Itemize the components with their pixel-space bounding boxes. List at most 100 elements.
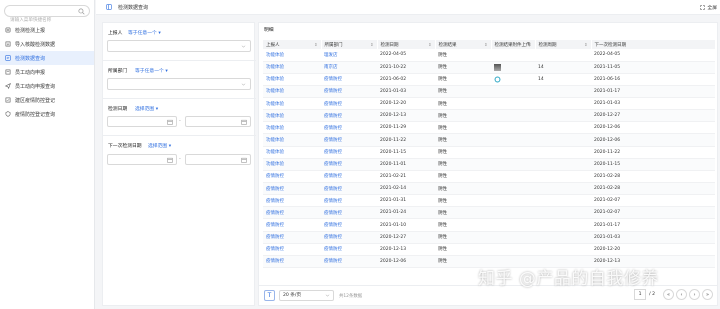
table-row[interactable]: 功能体验 疫情防控 2020-12-20 阴性 2021-01-03	[263, 97, 715, 111]
table-cell[interactable]: 疫情防控	[263, 194, 321, 208]
next-date-end-input[interactable]	[185, 154, 251, 165]
table-cell[interactable]: 疫情防控	[321, 121, 377, 135]
table-cell[interactable]: 疫情防控	[263, 231, 321, 244]
table-cell	[491, 49, 535, 62]
sort-icon[interactable]: ⇕	[484, 42, 487, 47]
sidebar-item-import[interactable]: 导入核酸检测数据	[0, 37, 94, 51]
current-page-input[interactable]: 1	[634, 289, 647, 300]
sort-icon[interactable]: ⇕	[584, 42, 587, 47]
table-row[interactable]: 疫情防控 疫情防控 2021-01-31 阴性 2021-02-07	[263, 194, 715, 208]
column-header[interactable]: 所属部门 ⇕	[321, 40, 378, 49]
table-cell[interactable]: 疫情防控	[321, 182, 377, 196]
table-cell[interactable]: 疫情防控	[263, 206, 321, 220]
reporter-filter-operator[interactable]: 等于任意一个 ▾	[128, 29, 161, 36]
column-header[interactable]: 检测结果附件上传 ⇕	[491, 40, 536, 49]
table-row[interactable]: 功能体验 疫情防控 2020-11-15 阴性 2020-11-22	[263, 146, 715, 159]
table-cell[interactable]: 功能体验	[263, 158, 321, 171]
sidebar-item-register[interactable]: 建区疫情防控登记	[0, 93, 94, 107]
table-cell[interactable]: 疫情防控	[321, 109, 377, 123]
table-cell[interactable]: 功能体验	[263, 146, 321, 159]
table-row[interactable]: 功能体验 疫情防控 2020-11-29 阴性 2020-12-06	[263, 121, 715, 135]
table-cell: 2020-12-13	[377, 243, 435, 256]
table-cell[interactable]: 疫情防控	[321, 218, 377, 232]
table-row[interactable]: 疫情防控 疫情防控 2021-01-10 阴性 2021-01-17	[263, 218, 715, 232]
sidebar-item-send[interactable]: 员工动向申报查询	[0, 79, 94, 93]
export-button[interactable]: T	[264, 290, 275, 301]
next-page-button[interactable]: ›	[689, 289, 700, 300]
table-cell[interactable]: 功能体验	[263, 73, 321, 86]
table-row[interactable]: 疫情防控 疫情防控 2020-12-13 阴性 2020-12-20	[263, 243, 715, 256]
sort-icon[interactable]: ⇕	[370, 42, 373, 47]
menu-search-input[interactable]	[5, 15, 75, 26]
next-date-start-input[interactable]	[107, 154, 177, 165]
next-date-filter-operator[interactable]: 选择范围 ▾	[148, 142, 171, 149]
sort-icon[interactable]: ⇕	[428, 42, 431, 47]
table-cell[interactable]: 疫情防控	[321, 158, 377, 171]
prev-page-button[interactable]: ‹	[676, 289, 687, 300]
table-cell[interactable]: 疫情防控	[263, 243, 321, 256]
test-date-filter-operator[interactable]: 选择范围 ▾	[135, 105, 158, 112]
sidebar-item-note[interactable]: 员工动向申报	[0, 65, 94, 79]
page-size-select[interactable]: 20 条/页	[279, 290, 334, 301]
table-cell[interactable]: 疫情防控	[321, 146, 377, 159]
menu-search[interactable]	[4, 5, 90, 26]
table-cell[interactable]: 功能体验	[263, 133, 321, 147]
table-cell[interactable]: 功能体验	[263, 49, 321, 62]
table-row[interactable]: 疫情防控 疫情防控 2021-02-14 阴性 2021-02-28	[263, 182, 715, 196]
department-select[interactable]	[107, 78, 251, 90]
table-cell[interactable]: 疫情防控	[263, 170, 321, 184]
column-header[interactable]: 上报人 ⇕	[263, 40, 322, 49]
table-row[interactable]: 功能体验 疫情防控 2021-06-02 阴性 14 2021-06-16	[263, 73, 715, 86]
table-cell[interactable]: 南京店	[321, 61, 377, 74]
table-cell[interactable]: 疫情防控	[321, 97, 377, 111]
table-cell[interactable]: 疫情防控	[321, 194, 377, 208]
calendar-icon	[167, 119, 173, 125]
table-row[interactable]: 功能体验 理发店 2022-04-05 阴性 2022-04-05	[263, 49, 715, 62]
table-cell[interactable]: 疫情防控	[321, 133, 377, 147]
test-date-start-input[interactable]	[107, 116, 177, 127]
attachment-thumbnail[interactable]	[494, 76, 501, 83]
table-cell[interactable]: 功能体验	[263, 97, 321, 111]
table-row[interactable]: 功能体验 疫情防控 2020-11-22 阴性 2020-12-06	[263, 133, 715, 147]
attachment-thumbnail[interactable]	[494, 63, 501, 71]
test-date-end-input[interactable]	[185, 116, 251, 127]
table-cell[interactable]: 疫情防控	[321, 206, 377, 220]
sort-icon[interactable]: ⇕	[314, 42, 317, 47]
table-cell[interactable]: 疫情防控	[321, 231, 377, 244]
table-row[interactable]: 功能体验 疫情防控 2020-11-01 阴性 2020-11-15	[263, 158, 715, 171]
menu-toggle-icon[interactable]	[106, 4, 112, 10]
last-page-button[interactable]: »	[702, 289, 713, 300]
table-cell[interactable]: 疫情防控	[321, 85, 377, 99]
fullscreen-button[interactable]: 全屏	[700, 4, 717, 11]
reporter-select[interactable]	[107, 40, 251, 52]
column-header[interactable]: 检测日期 ⇕	[377, 40, 436, 49]
table-cell[interactable]: 功能体验	[263, 61, 321, 74]
table-cell[interactable]: 理发店	[321, 49, 377, 62]
table-row[interactable]: 功能体验 南京店 2021-10-22 阴性 14 2021-11-05	[263, 61, 715, 74]
table-row[interactable]: 疫情防控 疫情防控 2021-01-24 阴性 2021-02-07	[263, 206, 715, 220]
column-header[interactable]: 下一次检测日期	[591, 40, 716, 49]
table-cell[interactable]: 疫情防控	[321, 170, 377, 184]
table-row[interactable]: 疫情防控 疫情防控 2020-12-27 阴性 2021-01-03	[263, 231, 715, 244]
table-cell[interactable]: 疫情防控	[321, 243, 377, 256]
table-cell[interactable]: 疫情防控	[263, 218, 321, 232]
sidebar-item-search[interactable]: 检测数据查询	[0, 51, 94, 65]
column-header[interactable]: 检测结果 ⇕	[435, 40, 492, 49]
column-header[interactable]: 检测周期 ⇕	[535, 40, 592, 49]
sidebar-item-shield[interactable]: 疫情防控登记查询	[0, 107, 94, 121]
table-cell[interactable]: 功能体验	[263, 121, 321, 135]
table-row[interactable]: 功能体验 疫情防控 2020-12-13 阴性 2020-12-27	[263, 109, 715, 123]
table-cell[interactable]: 疫情防控	[263, 182, 321, 196]
table-cell[interactable]: 功能体验	[263, 85, 321, 99]
first-page-button[interactable]: «	[663, 289, 674, 300]
table-cell[interactable]: 功能体验	[263, 109, 321, 123]
table-row[interactable]: 功能体验 疫情防控 2021-01-03 阴性 2021-01-17	[263, 85, 715, 99]
table-cell[interactable]: 疫情防控	[321, 73, 377, 86]
table-cell[interactable]: 疫情防控	[321, 255, 377, 269]
department-filter-operator[interactable]: 等于任意一个 ▾	[135, 67, 168, 74]
table-cell: 2021-01-03	[591, 97, 715, 111]
search-icon[interactable]	[78, 8, 85, 15]
table-cell[interactable]: 疫情防控	[263, 255, 321, 269]
sort-icon[interactable]: ⇕	[528, 42, 531, 47]
table-row[interactable]: 疫情防控 疫情防控 2021-02-21 阴性 2021-02-28	[263, 170, 715, 184]
